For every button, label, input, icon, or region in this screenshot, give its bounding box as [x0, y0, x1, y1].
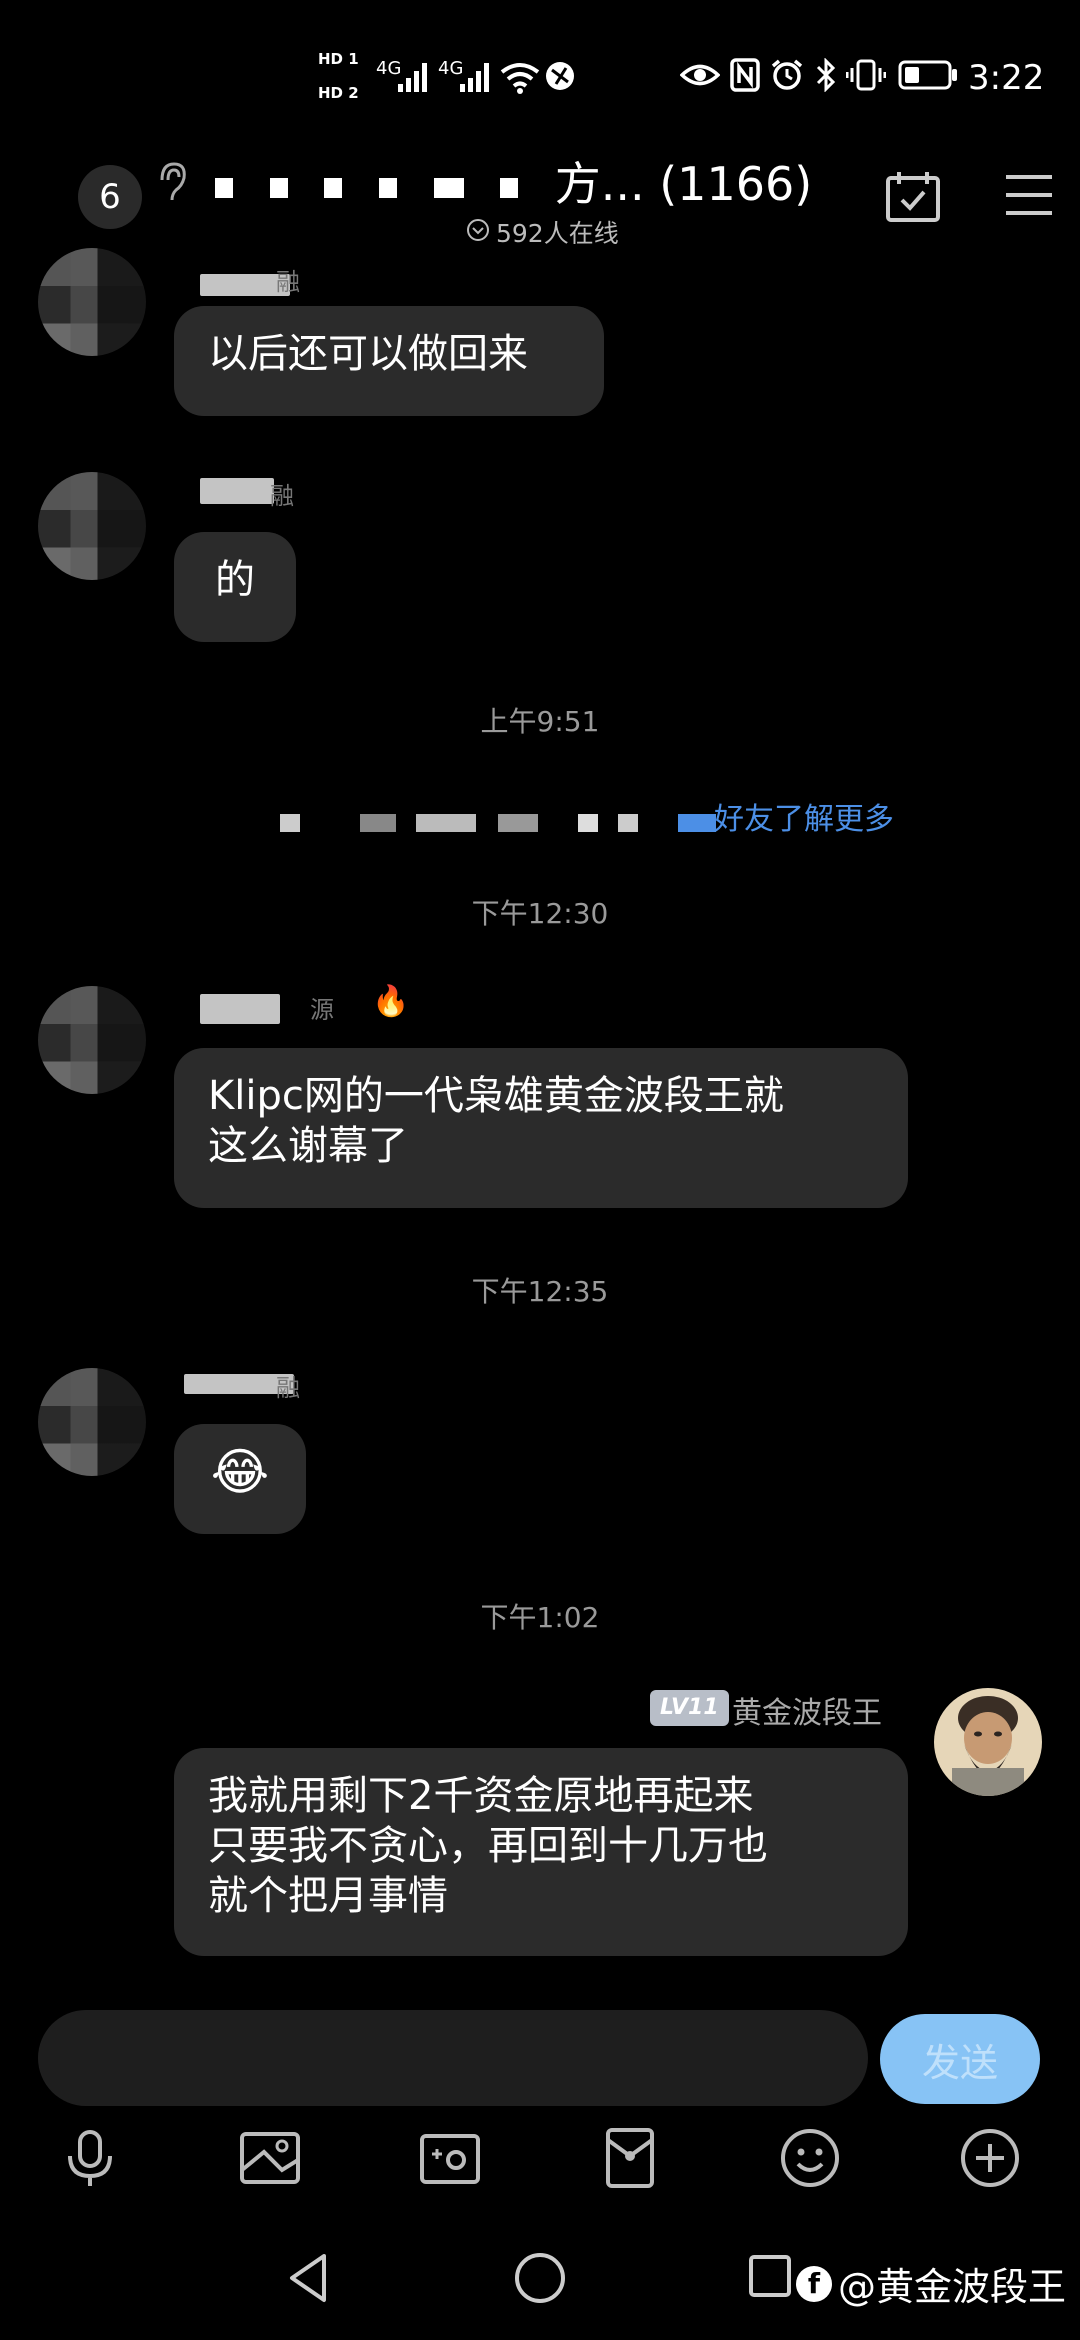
back-nav-icon[interactable] — [284, 2250, 332, 2306]
notice-mosaic — [416, 814, 476, 832]
level-badge: LV11 — [650, 1690, 729, 1726]
title-mosaic — [269, 177, 288, 198]
home-nav-icon[interactable] — [512, 2250, 568, 2306]
vibrate-icon — [846, 59, 886, 91]
timestamp: 下午1:02 — [480, 1601, 600, 1634]
message-bubble[interactable]: Klipc网的一代枭雄黄金波段王就 这么谢幕了 — [174, 1048, 908, 1208]
sender-name-blurred — [200, 994, 280, 1024]
alarm-icon — [771, 59, 803, 90]
message-bubble[interactable]: 的 — [174, 532, 296, 642]
back-unread-badge[interactable]: 6 — [78, 165, 142, 229]
chevron-down-icon — [467, 219, 489, 241]
signal-icon-2 — [460, 63, 489, 92]
plus-icon[interactable] — [958, 2126, 1022, 2190]
signal-icon — [398, 63, 427, 92]
title-mosaic — [324, 177, 343, 198]
notice-mosaic — [280, 814, 300, 832]
menu-icon[interactable] — [1004, 172, 1054, 218]
notice-mosaic — [360, 814, 396, 832]
message-input[interactable] — [38, 2010, 868, 2106]
title-mosaic — [433, 177, 464, 198]
status-bar: HD 1 HD 2 4G 4G 3:22 — [0, 0, 1080, 150]
title-mosaic — [500, 177, 519, 198]
nfc-icon — [730, 58, 760, 92]
battery-icon — [898, 60, 957, 90]
hd1-tag: HD 1 — [318, 50, 359, 68]
hd2-tag: HD 2 — [318, 84, 359, 102]
timestamp: 上午9:51 — [480, 705, 600, 738]
group-title[interactable]: 方... (1166) — [215, 148, 812, 214]
recents-nav-icon[interactable] — [748, 2254, 792, 2298]
learn-more-link[interactable]: 好友了解更多 — [714, 794, 894, 838]
send-button[interactable]: 发送 — [880, 2014, 1040, 2104]
camera-icon[interactable] — [418, 2126, 482, 2190]
timestamp: 下午12:30 — [471, 897, 609, 930]
avatar[interactable] — [38, 248, 146, 356]
ear-icon[interactable] — [154, 160, 188, 206]
avatar[interactable] — [38, 1368, 146, 1476]
online-count: 592人在线 — [496, 219, 619, 248]
microphone-icon[interactable] — [58, 2126, 122, 2190]
my-avatar[interactable] — [934, 1688, 1042, 1796]
my-name: 黄金波段王 — [732, 1696, 882, 1731]
red-packet-icon[interactable] — [598, 2126, 662, 2190]
message-bubble-mine[interactable]: 我就用剩下2千资金原地再起来 只要我不贪心，再回到十几万也 就个把月事情 — [174, 1748, 908, 1956]
clock: 3:22 — [968, 58, 1045, 98]
notice-mosaic — [618, 814, 638, 832]
avatar[interactable] — [38, 986, 146, 1094]
message-bubble[interactable]: 😂 — [174, 1424, 306, 1534]
title-mosaic — [378, 177, 397, 198]
system-notice-blurred — [200, 812, 720, 834]
data-usage-icon — [546, 62, 574, 90]
sender-name-blurred — [200, 478, 274, 504]
calendar-check-icon[interactable] — [884, 170, 942, 224]
title-mosaic — [215, 177, 233, 198]
bluetooth-icon — [816, 58, 836, 92]
facebook-icon: f — [795, 2265, 832, 2302]
timestamp: 下午12:35 — [471, 1275, 609, 1308]
message-bubble[interactable]: 以后还可以做回来 — [174, 306, 604, 416]
emoji-icon[interactable] — [778, 2126, 842, 2190]
group-title-suffix: 方... (1166) — [554, 157, 813, 211]
watermark: f @黄金波段王 — [795, 2256, 1066, 2311]
notice-mosaic — [678, 814, 716, 832]
avatar[interactable] — [38, 472, 146, 580]
image-icon[interactable] — [238, 2126, 302, 2190]
sender-name-tail: 源 — [310, 996, 334, 1024]
watermark-text: @黄金波段王 — [837, 2265, 1066, 2309]
sender-name-tail: 融 — [270, 482, 294, 510]
notice-mosaic — [498, 814, 538, 832]
notice-mosaic — [578, 814, 598, 832]
eye-comfort-icon — [680, 64, 720, 86]
sender-name-tail: 融 — [276, 1374, 300, 1402]
fire-icon: 🔥 — [372, 984, 410, 1019]
wifi-icon — [500, 63, 540, 94]
sender-name-tail: 融 — [276, 268, 300, 296]
